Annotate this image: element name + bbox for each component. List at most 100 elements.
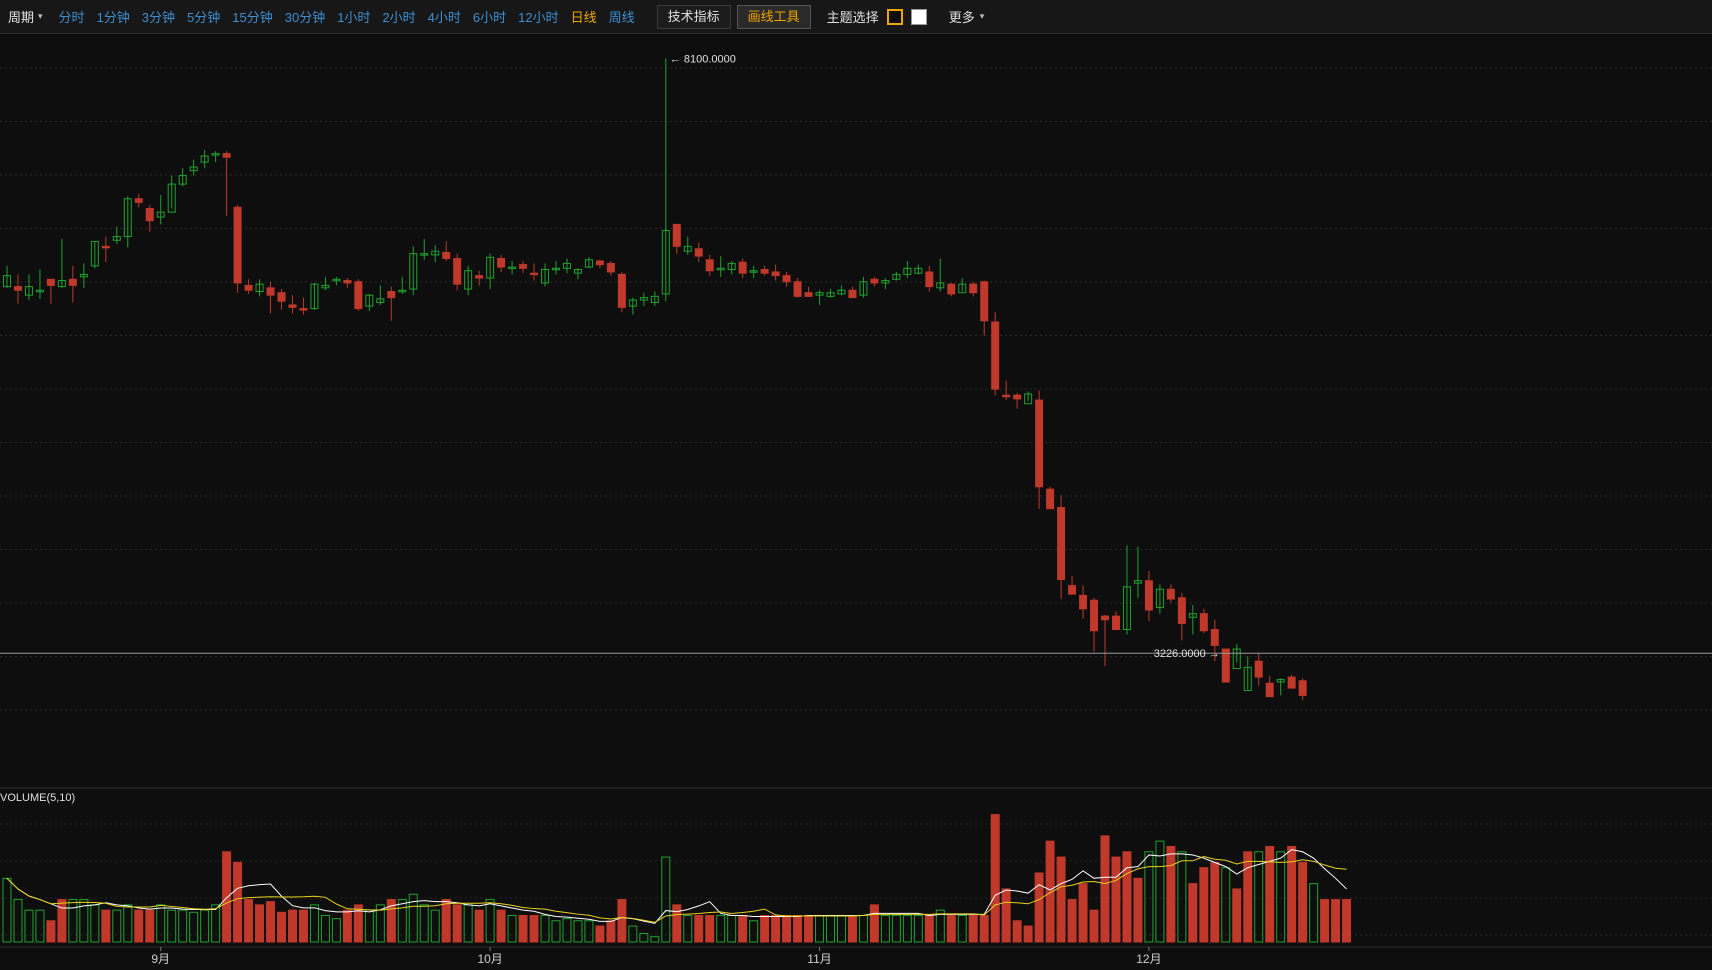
volume-bar [430, 909, 440, 943]
volume-bar [529, 914, 539, 943]
volume-bar [342, 909, 352, 943]
volume-bar [716, 914, 726, 943]
volume-bar [441, 899, 451, 943]
candle-body [1221, 648, 1230, 683]
volume-bar [298, 909, 308, 943]
interval-8[interactable]: 4小时 [428, 7, 461, 26]
volume-bar [1012, 920, 1022, 943]
candle-body [222, 153, 231, 158]
toolbar: 周期 ▾ 分时 1分钟 3分钟 5分钟 15分钟 30分钟 1小时 2小时 4小时 6小时 12小时… [0, 0, 1712, 34]
candle-body [969, 283, 978, 294]
volume-bar [617, 899, 627, 943]
volume-bar [760, 914, 770, 943]
theme-dark-swatch[interactable] [886, 8, 903, 25]
volume-bar [1221, 867, 1231, 943]
volume-bar [1232, 888, 1242, 943]
candle-body [145, 208, 154, 222]
candle-body [617, 273, 626, 308]
volume-bar [1111, 856, 1121, 943]
interval-7[interactable]: 2小时 [382, 7, 415, 26]
candle-body [760, 269, 769, 274]
volume-bar [902, 914, 912, 943]
candle-body [101, 245, 110, 249]
volume-bar [1056, 856, 1066, 943]
candle-body [1298, 680, 1307, 696]
candle-body [233, 206, 242, 284]
interval-11[interactable]: 日线 [571, 7, 597, 26]
theme-light-swatch[interactable] [910, 8, 927, 25]
candle-body [1090, 599, 1099, 632]
interval-2[interactable]: 3分钟 [142, 7, 175, 26]
chevron-down-icon[interactable]: ▾ [980, 11, 985, 22]
volume-bar [661, 856, 671, 943]
candle-body [1035, 399, 1044, 488]
chevron-down-icon[interactable]: ▾ [38, 11, 43, 22]
candle-body [519, 264, 528, 269]
candle-body [848, 289, 857, 299]
low-price-annotation: 3226.0000 → [1154, 648, 1220, 660]
interval-9[interactable]: 6小时 [473, 7, 506, 26]
volume-bar [1023, 925, 1033, 943]
more-menu-button[interactable]: 更多 [949, 7, 975, 26]
volume-bar [1001, 888, 1011, 943]
volume-bar [507, 914, 517, 943]
month-tick-label: 11月 [807, 952, 831, 966]
price-annotations: ← 8100.0000 3226.0000 → [0, 53, 1712, 660]
volume-bar [1122, 851, 1132, 943]
volume-bar [595, 925, 605, 943]
candle-body [1254, 660, 1263, 678]
technical-indicators-button[interactable]: 技术指标 [656, 4, 731, 29]
candlestick-chart[interactable]: ← 8100.0000 3226.0000 → VOLUME(5,10) 9月 10… [0, 34, 1712, 970]
volume-bar [1177, 851, 1187, 943]
volume-bar [1298, 861, 1308, 943]
period-selector[interactable]: 周期 [8, 7, 34, 26]
volume-bar [913, 914, 923, 943]
candle-body [68, 278, 77, 286]
volume-bar [1067, 899, 1077, 943]
volume-bar [891, 914, 901, 943]
volume-bar [287, 909, 297, 943]
interval-1[interactable]: 1分钟 [97, 7, 130, 26]
month-tick-label: 12月 [1136, 952, 1161, 966]
candle-body [1013, 394, 1022, 400]
interval-0[interactable]: 分时 [59, 7, 85, 26]
volume-bar [1276, 851, 1286, 943]
volume-bar [584, 920, 594, 943]
interval-3[interactable]: 5分钟 [187, 7, 220, 26]
volume-bar [738, 914, 748, 943]
volume-bar [606, 920, 616, 943]
interval-5[interactable]: 30分钟 [285, 7, 325, 26]
candle-body [694, 248, 703, 257]
volume-bar [782, 914, 792, 943]
candle-body [530, 272, 539, 276]
volume-bar [1287, 845, 1297, 943]
volume-bar [1078, 883, 1088, 943]
interval-4[interactable]: 15分钟 [232, 7, 272, 26]
volume-bar [145, 909, 155, 943]
volume-bar [1188, 883, 1198, 943]
volume-bar [244, 899, 254, 943]
volume-bar [815, 914, 825, 943]
interval-10[interactable]: 12小时 [518, 7, 558, 26]
candle-body [1002, 394, 1011, 398]
volume-bar [255, 904, 265, 943]
volume-bar [705, 914, 715, 943]
candle-body [475, 275, 484, 279]
volume-bar [90, 904, 100, 943]
volume-bar [749, 920, 759, 943]
candle-body [1068, 585, 1077, 595]
drawing-tools-button[interactable]: 画线工具 [736, 4, 811, 29]
volume-bar [672, 904, 682, 943]
volume-bar [573, 920, 583, 943]
interval-12[interactable]: 周线 [609, 7, 635, 26]
volume-bar [277, 911, 286, 943]
month-tick-label: 10月 [477, 952, 502, 966]
volume-bar [826, 914, 835, 943]
candle-body [738, 261, 747, 274]
interval-6[interactable]: 1小时 [337, 7, 370, 26]
volume-bar [1166, 845, 1176, 943]
volume-bar [485, 899, 495, 943]
candle-body [1199, 613, 1208, 632]
candle-body [771, 271, 780, 277]
volume-bar [397, 899, 407, 943]
